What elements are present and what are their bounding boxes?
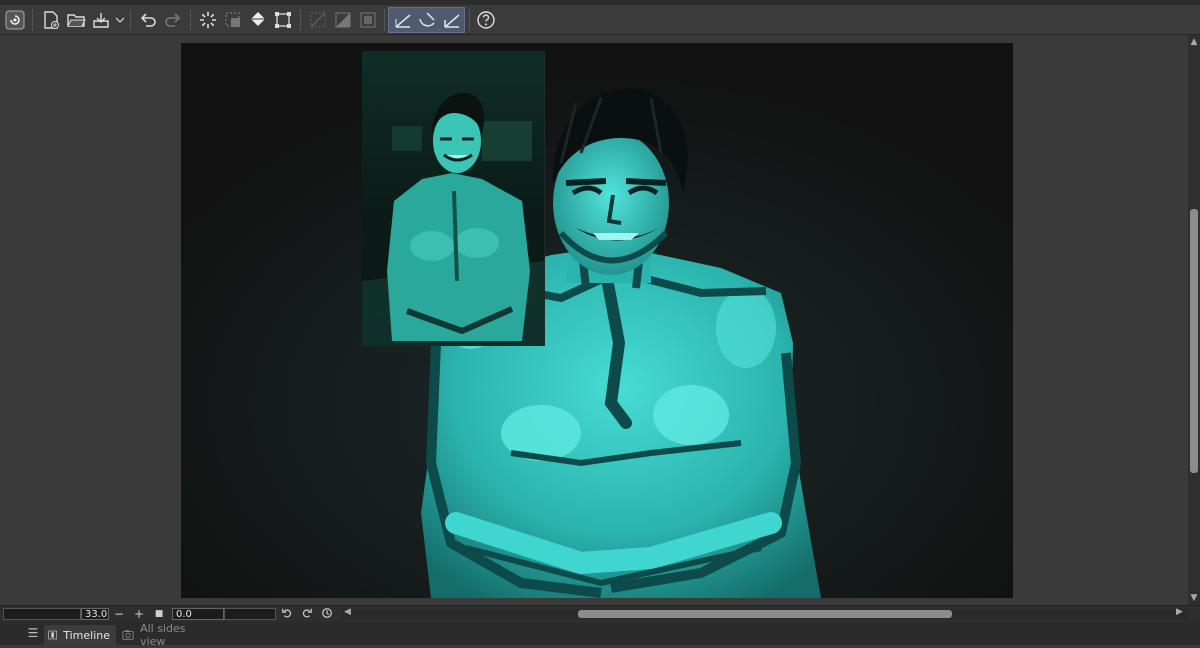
horizontal-scrollbar[interactable]: ◀ ▶ — [342, 607, 1188, 619]
redo-icon[interactable] — [161, 8, 185, 32]
open-folder-icon[interactable] — [64, 8, 88, 32]
toolbar-separator — [32, 9, 33, 31]
undo-icon[interactable] — [136, 8, 160, 32]
toolbar-separator — [469, 9, 470, 31]
clear-selection-icon[interactable] — [356, 8, 380, 32]
reference-image-panel[interactable] — [362, 51, 545, 346]
selection-icon[interactable] — [221, 8, 245, 32]
transform-icon[interactable] — [271, 8, 295, 32]
fit-view-button[interactable]: ■ — [152, 607, 166, 621]
toolbar-separator — [300, 9, 301, 31]
reset-rotation-icon[interactable] — [320, 607, 334, 621]
tab-timeline[interactable]: Timeline — [44, 625, 116, 645]
zoom-out-button[interactable]: − — [112, 607, 126, 621]
reference-photo — [362, 51, 544, 346]
help-icon[interactable] — [474, 8, 498, 32]
tab-all-sides-view-label: All sides view — [140, 622, 186, 648]
title-strip — [0, 0, 1200, 5]
toolbar-separator — [130, 9, 131, 31]
horizontal-scroll-thumb[interactable] — [578, 610, 952, 618]
loading-spinner-icon[interactable] — [196, 8, 220, 32]
zoom-value[interactable]: 33.0 — [81, 608, 109, 620]
new-document-icon[interactable] — [39, 8, 63, 32]
snap-ruler-icon[interactable] — [391, 8, 415, 32]
rotate-right-icon[interactable] — [300, 607, 314, 621]
zoom-in-button[interactable]: + — [132, 607, 146, 621]
navigator-bar: 33.0 − + ■ 0.0 ◀ ▶ — [0, 605, 1200, 622]
scroll-down-icon[interactable]: ▼ — [1189, 593, 1199, 603]
tab-all-sides-view[interactable]: All sides view — [118, 622, 210, 648]
zoom-slider[interactable] — [3, 608, 81, 620]
dropdown-chevron-icon[interactable] — [114, 8, 126, 32]
hide-selection-icon[interactable] — [306, 8, 330, 32]
fill-selection-icon[interactable] — [331, 8, 355, 32]
toolbar-separator — [384, 9, 385, 31]
fill-icon[interactable] — [246, 8, 270, 32]
tab-timeline-label: Timeline — [63, 628, 110, 642]
canvas-artwork[interactable] — [181, 43, 1013, 598]
scroll-left-icon[interactable]: ◀ — [344, 607, 354, 617]
canvas-workspace[interactable] — [0, 35, 1188, 605]
scroll-right-icon[interactable]: ▶ — [1176, 607, 1186, 617]
rotate-left-icon[interactable] — [280, 607, 294, 621]
save-icon[interactable] — [89, 8, 113, 32]
portrait-painting — [181, 43, 1013, 598]
clip-studio-icon[interactable] — [3, 8, 27, 32]
vertical-scrollbar[interactable]: ▲ ▼ — [1188, 35, 1200, 605]
snap-grid-icon[interactable] — [440, 8, 464, 32]
rotation-slider[interactable] — [224, 608, 276, 620]
toolbar-separator — [190, 9, 191, 31]
scroll-up-icon[interactable]: ▲ — [1189, 37, 1199, 47]
timeline-icon — [48, 630, 57, 640]
palette-tab-bar: ☰ Timeline All sides view — [0, 622, 1200, 648]
snap-special-ruler-icon[interactable] — [415, 8, 439, 32]
palette-menu-icon[interactable]: ☰ — [26, 626, 40, 640]
command-bar — [0, 0, 1200, 35]
rotation-value[interactable]: 0.0 — [172, 608, 224, 620]
vertical-scroll-thumb[interactable] — [1190, 209, 1198, 473]
camera-icon — [122, 630, 134, 640]
